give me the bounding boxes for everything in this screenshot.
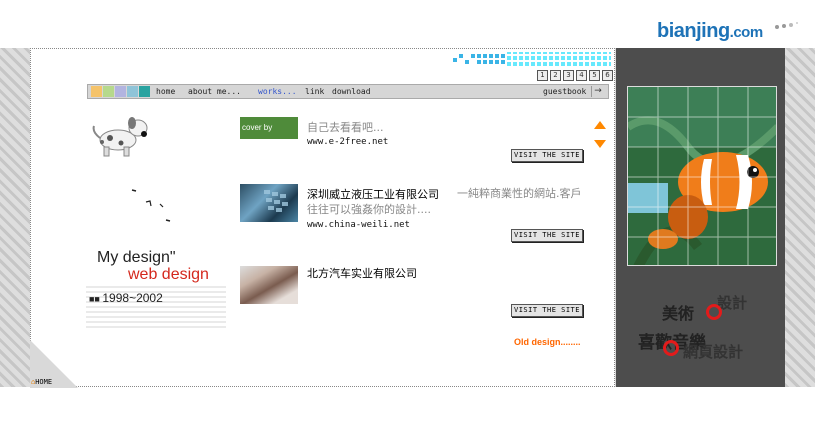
logo-main: bianjing <box>657 20 730 42</box>
page-6-button[interactable]: 6 <box>602 70 613 81</box>
clownfish-image <box>627 86 777 266</box>
nav-about[interactable]: about me... <box>188 86 241 98</box>
nav-color-chip <box>115 86 126 97</box>
nav-color-chip <box>103 86 114 97</box>
scroll-up-icon[interactable] <box>594 121 606 129</box>
home-label: HOME <box>35 378 53 386</box>
nav-color-chip <box>127 86 138 97</box>
nav-arrow-icon[interactable]: → <box>591 86 604 97</box>
nav-works[interactable]: works... <box>258 86 297 98</box>
nav-link[interactable]: link <box>305 86 324 98</box>
side-text-art: 美術 <box>662 304 695 323</box>
work-1-description: 自己去看看吧... <box>307 121 384 134</box>
work-3-thumbnail[interactable] <box>240 266 298 304</box>
intro-years: ■■ 1998~2002 <box>89 291 163 305</box>
red-circle-icon <box>663 340 679 356</box>
bug-doodles <box>131 189 171 222</box>
work-1-thumbnail[interactable]: cover by <box>240 117 298 139</box>
work-3-visit-button[interactable]: VISIT THE SITE <box>511 304 583 317</box>
work-2-visit-button[interactable]: VISIT THE SITE <box>511 229 583 242</box>
site-logo[interactable]: bianjing.com <box>657 20 763 43</box>
intro-line-2: web design <box>128 266 209 283</box>
page-2-button[interactable]: 2 <box>550 70 561 81</box>
work-1-url[interactable]: www.e-2free.net <box>307 137 388 147</box>
side-text-webdesign: 網頁設計 <box>683 343 744 361</box>
work-2-description: 一純粹商業性的網站.客戶往往可以強姦你的設計.... <box>307 187 582 216</box>
nav-guestbook[interactable]: guestbook <box>543 86 586 98</box>
nav-bar: home about me... works... link download … <box>87 84 609 99</box>
page-5-button[interactable]: 5 <box>589 70 600 81</box>
red-circle-icon <box>706 304 722 320</box>
page-3-button[interactable]: 3 <box>563 70 574 81</box>
page-number-list: 1 2 3 4 5 6 <box>537 70 613 81</box>
dog-illustration <box>92 117 148 157</box>
clownfish-graphic <box>628 87 776 265</box>
logo-dots-decoration <box>775 22 801 30</box>
scroll-down-icon[interactable] <box>594 140 606 148</box>
intro-years-text: 1998~2002 <box>102 291 163 305</box>
work-2-url[interactable]: www.china-weili.net <box>307 220 410 230</box>
nav-home[interactable]: home <box>156 86 175 98</box>
nav-color-chip <box>139 86 150 97</box>
stripe-decoration <box>86 283 226 328</box>
work-1-visit-button[interactable]: VISIT THE SITE <box>511 149 583 162</box>
home-link[interactable]: ⌂HOME <box>31 378 52 386</box>
page-1-button[interactable]: 1 <box>537 70 548 81</box>
work-2-thumbnail[interactable] <box>240 184 298 222</box>
keyboard-image <box>264 190 288 212</box>
nav-download[interactable]: download <box>332 86 371 98</box>
old-design-link[interactable]: Old design........ <box>514 337 581 347</box>
work-3-title: 北方汽车实业有限公司 <box>307 267 417 280</box>
page-4-button[interactable]: 4 <box>576 70 587 81</box>
intro-line-1: My design" <box>97 249 176 266</box>
right-metal-strip <box>785 48 815 387</box>
left-metal-strip <box>0 48 30 387</box>
nav-color-chip <box>91 86 102 97</box>
work-1-thumb-label: cover by <box>242 123 273 132</box>
pixel-bar-decoration <box>453 52 611 66</box>
logo-sub: .com <box>729 24 764 41</box>
